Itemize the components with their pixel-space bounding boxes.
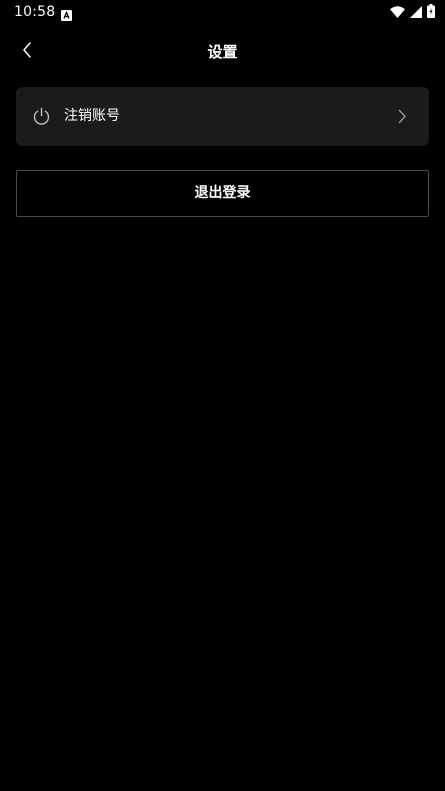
page-title: 设置	[207, 43, 238, 61]
menu-item-label: 注销账号	[64, 108, 120, 124]
status-bar: 10:58	[0, 0, 445, 24]
logout-button[interactable]: 退出登录	[16, 170, 429, 217]
battery-icon	[427, 3, 435, 22]
status-icons	[390, 3, 435, 22]
wifi-icon	[390, 3, 405, 22]
a-letter-icon	[61, 6, 72, 21]
status-time: 10:58	[14, 4, 56, 20]
menu-item-cancel-account[interactable]: 注销账号	[16, 87, 429, 146]
settings-menu-card: 注销账号	[16, 87, 429, 146]
power-icon	[32, 107, 51, 126]
chevron-right-icon	[398, 109, 407, 124]
header: 设置	[0, 30, 445, 74]
settings-screen: 10:58 设置 注销账号 退出登录	[0, 0, 445, 791]
cell-signal-icon	[410, 3, 422, 22]
